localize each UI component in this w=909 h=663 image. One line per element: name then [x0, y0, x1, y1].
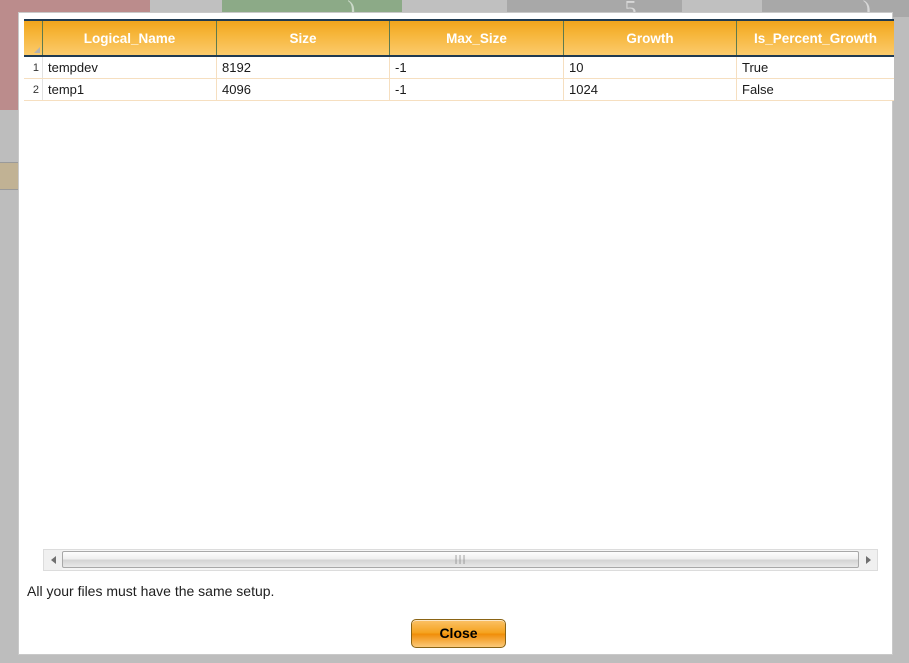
- grid-table: Logical_Name Size Max_Size Growth Is_Per…: [24, 19, 894, 101]
- grid-header-row: Logical_Name Size Max_Size Growth Is_Per…: [24, 19, 894, 57]
- cell-size[interactable]: 8192: [216, 56, 390, 79]
- scrollbar-right-button[interactable]: [859, 550, 877, 570]
- column-header-is-percent-growth[interactable]: Is_Percent_Growth: [736, 19, 894, 57]
- cell-max-size[interactable]: -1: [389, 56, 564, 79]
- scrollbar-track[interactable]: |||: [62, 550, 859, 570]
- cell-is-percent-growth[interactable]: False: [736, 78, 894, 101]
- cell-growth[interactable]: 10: [563, 56, 737, 79]
- grid-empty-area: [24, 111, 889, 551]
- scrollbar-left-button[interactable]: [44, 550, 62, 570]
- file-setup-dialog: Logical_Name Size Max_Size Growth Is_Per…: [18, 12, 894, 655]
- cell-size[interactable]: 4096: [216, 78, 390, 101]
- cell-max-size[interactable]: -1: [389, 78, 564, 101]
- scrollbar-thumb[interactable]: |||: [62, 551, 859, 568]
- close-button[interactable]: Close: [411, 619, 506, 648]
- grid-horizontal-scrollbar[interactable]: |||: [43, 549, 878, 571]
- cell-logical-name[interactable]: tempdev: [42, 56, 217, 79]
- column-header-growth[interactable]: Growth: [563, 19, 737, 57]
- cell-is-percent-growth[interactable]: True: [736, 56, 894, 79]
- column-header-logical-name[interactable]: Logical_Name: [42, 19, 217, 57]
- grid-body: 1 tempdev 8192 -1 10 True 2 temp1 4096 -…: [24, 56, 894, 101]
- column-header-size[interactable]: Size: [216, 19, 390, 57]
- grid-select-all-corner[interactable]: [24, 19, 43, 57]
- column-header-max-size[interactable]: Max_Size: [389, 19, 564, 57]
- triangle-left-icon: [50, 556, 56, 564]
- triangle-right-icon: [865, 556, 871, 564]
- grid-header: Logical_Name Size Max_Size Growth Is_Per…: [24, 19, 894, 57]
- table-row[interactable]: 1 tempdev 8192 -1 10 True: [24, 56, 894, 79]
- dialog-message: All your files must have the same setup.: [27, 583, 275, 599]
- scrollbar-grip-icon: |||: [454, 554, 467, 565]
- cell-logical-name[interactable]: temp1: [42, 78, 217, 101]
- cell-growth[interactable]: 1024: [563, 78, 737, 101]
- row-number[interactable]: 1: [24, 56, 43, 79]
- corner-triangle-icon: [34, 47, 40, 53]
- row-number[interactable]: 2: [24, 78, 43, 101]
- table-row[interactable]: 2 temp1 4096 -1 1024 False: [24, 78, 894, 101]
- file-properties-grid[interactable]: Logical_Name Size Max_Size Growth Is_Per…: [24, 19, 894, 101]
